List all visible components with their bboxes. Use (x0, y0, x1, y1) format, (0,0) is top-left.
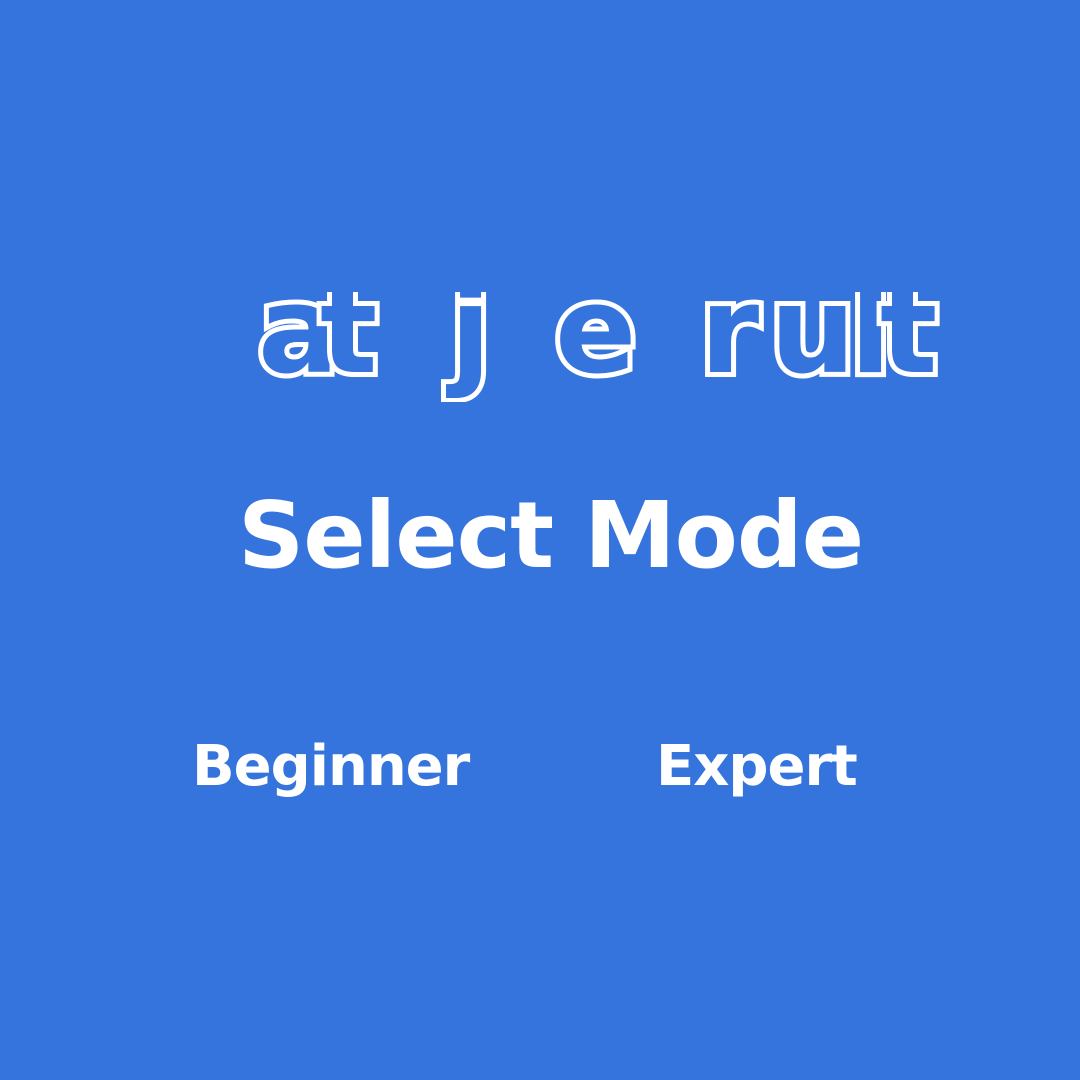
game-logo: a t j e r u l t (250, 262, 940, 402)
expert-mode-button[interactable]: Expert (656, 732, 858, 802)
beginner-mode-button[interactable]: Beginner (192, 732, 470, 802)
mode-select-title: Select Mode (238, 482, 864, 589)
logo-mask (250, 262, 940, 292)
